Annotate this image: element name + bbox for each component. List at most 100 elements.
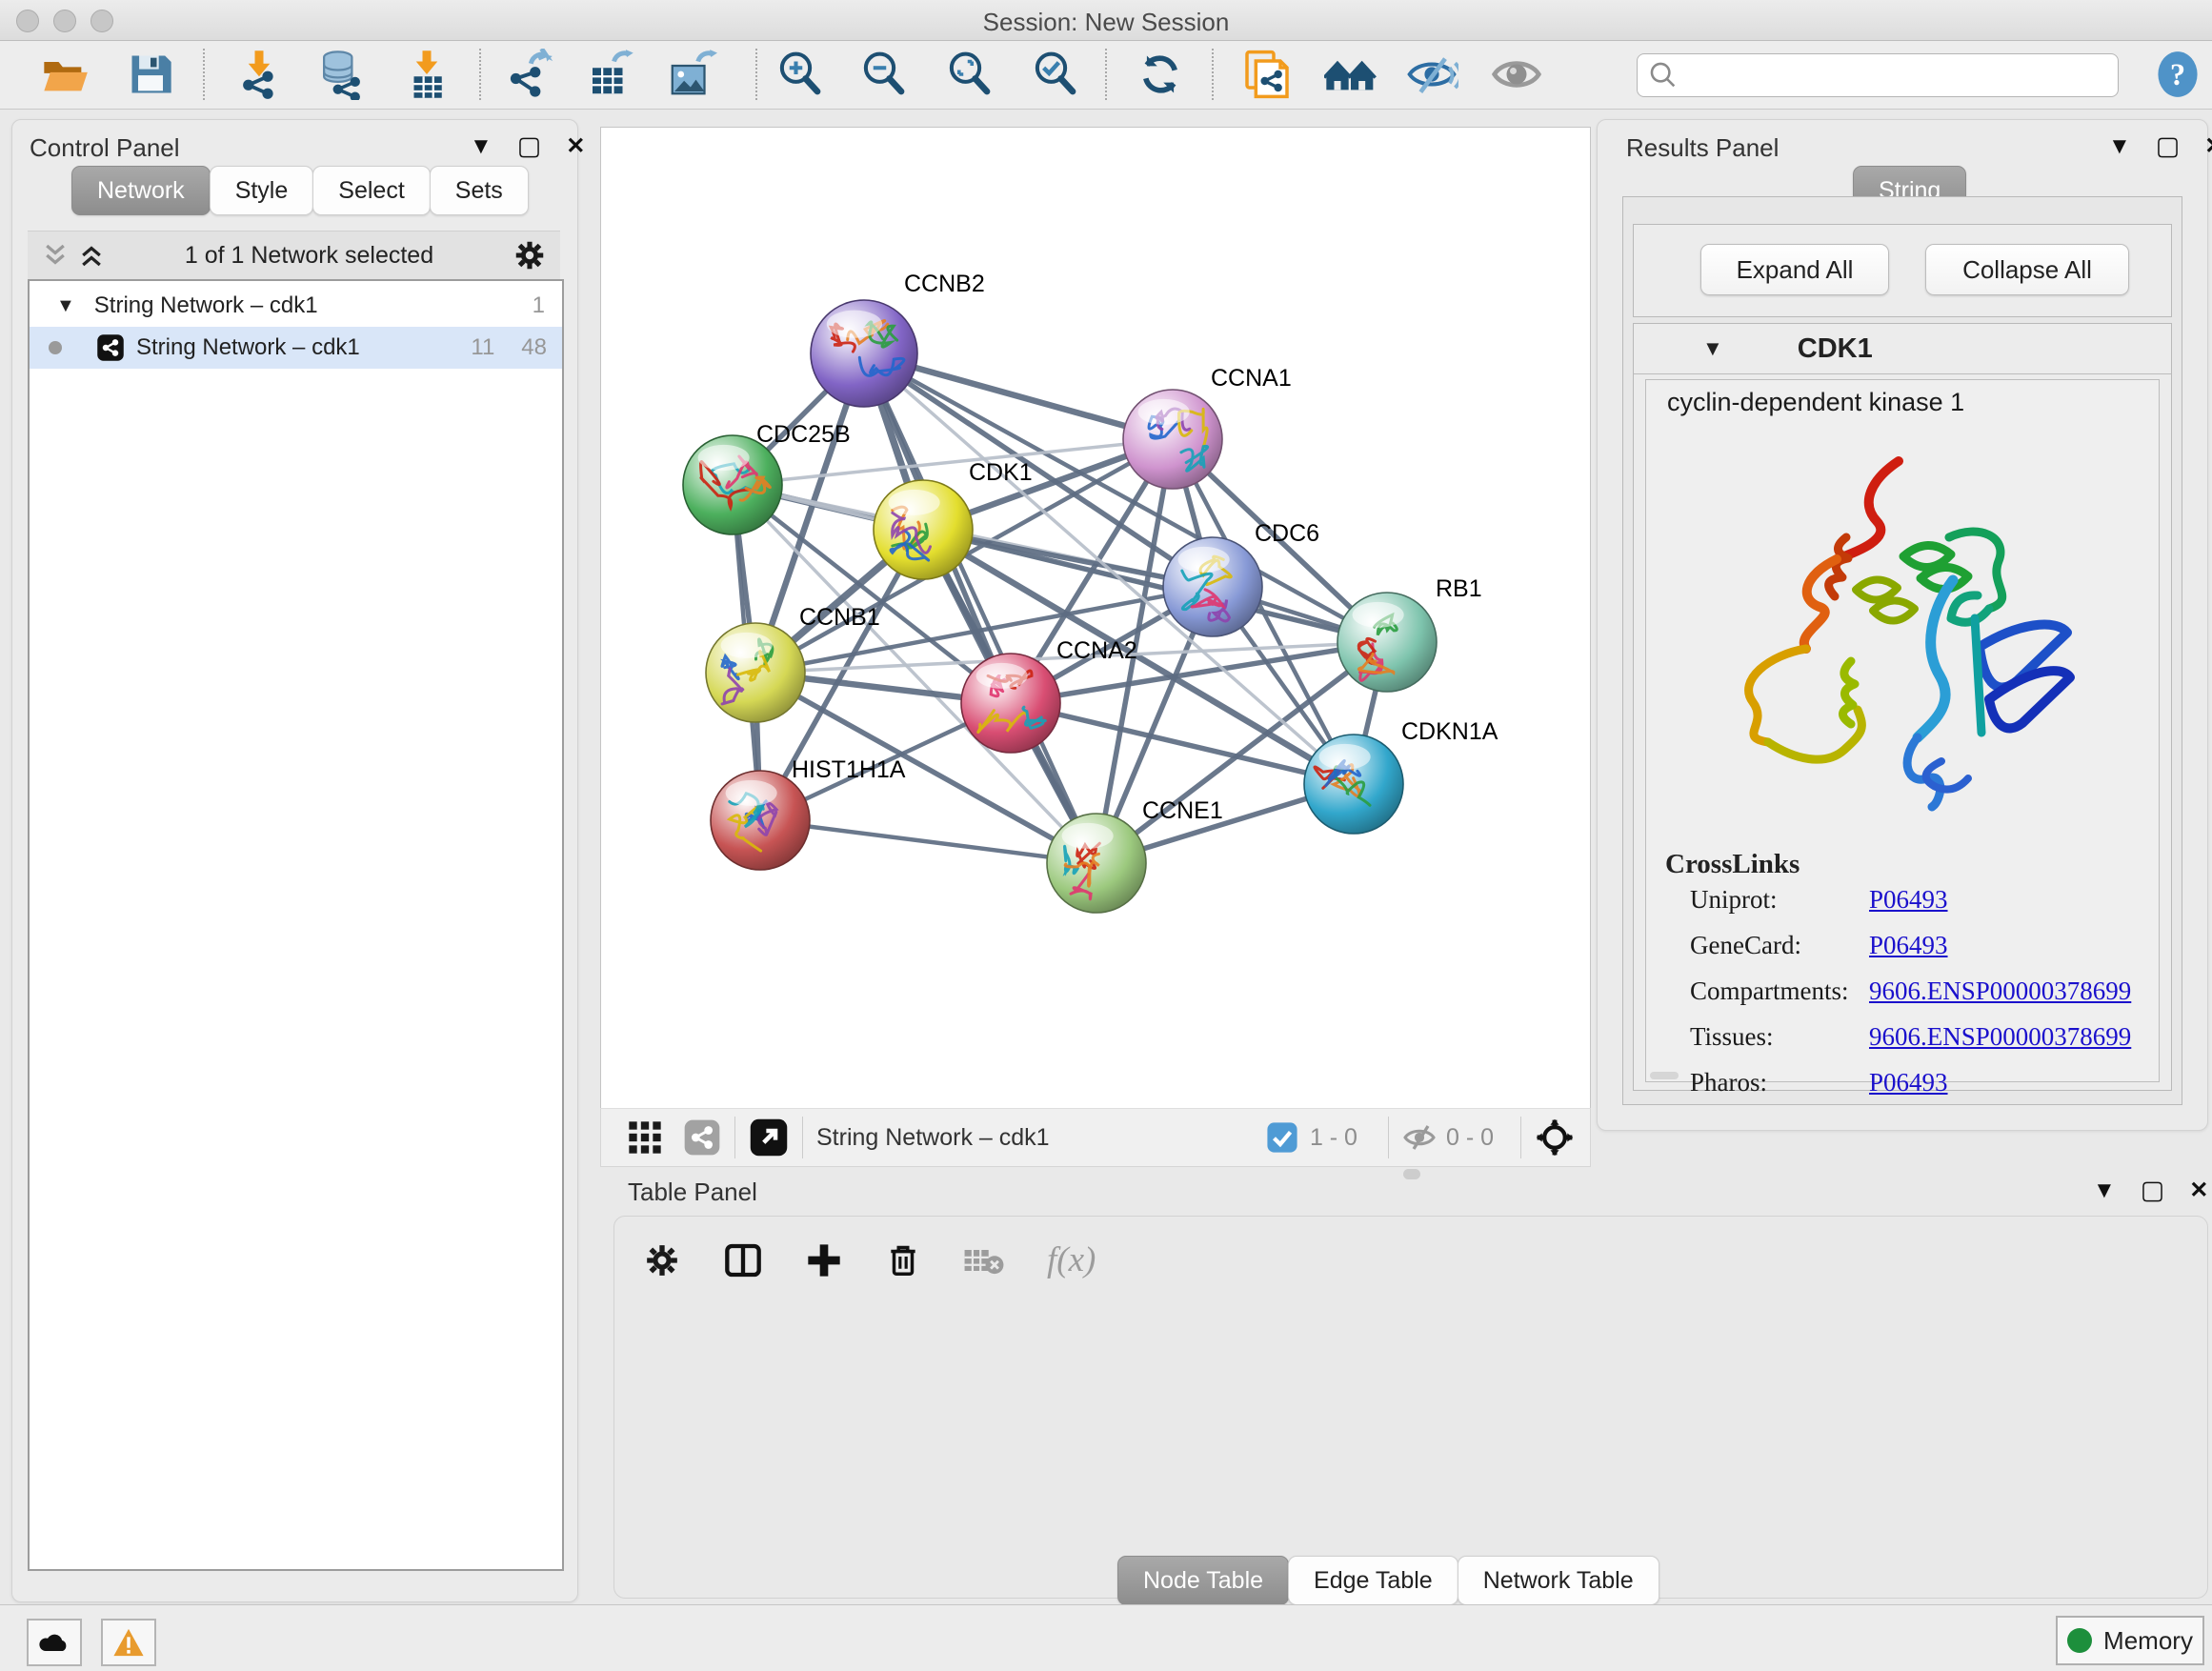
import-table-button[interactable]: [400, 48, 453, 101]
export-network-button[interactable]: [502, 48, 555, 101]
selected-checkbox-icon[interactable]: [1266, 1121, 1298, 1154]
import-network-from-database-button[interactable]: [313, 48, 367, 101]
float-panel-icon[interactable]: ▢: [517, 131, 542, 161]
crosslink-link[interactable]: 9606.ENSP00000378699: [1869, 976, 2131, 1006]
string-copy-network-button[interactable]: [1240, 48, 1294, 101]
collapse-panel-icon[interactable]: ▼: [2093, 1178, 2116, 1204]
expand-all-button[interactable]: Expand All: [1700, 244, 1889, 295]
zoom-out-button[interactable]: [857, 48, 911, 101]
collapse-panel-icon[interactable]: ▼: [2108, 133, 2131, 160]
edge-HIST1H1A-CCNE1[interactable]: [760, 820, 1096, 863]
node-CCNB1[interactable]: CCNB1: [706, 604, 880, 722]
split-columns-icon[interactable]: [723, 1241, 763, 1279]
import-network-button[interactable]: [232, 48, 286, 101]
tree-expander-icon[interactable]: ▼: [56, 295, 75, 317]
save-floppy-icon: [126, 50, 175, 99]
copy-documents-share-icon: [1240, 48, 1294, 101]
cloud-status-button[interactable]: [27, 1619, 82, 1666]
node-RB1[interactable]: RB1: [1337, 575, 1482, 692]
network-row-selected[interactable]: String Network – cdk1 11 48: [30, 327, 562, 369]
node-CDK1[interactable]: CDK1: [874, 459, 1033, 579]
add-column-plus-icon[interactable]: [805, 1241, 843, 1279]
warnings-button[interactable]: [101, 1619, 156, 1666]
section-expander-icon[interactable]: ▼: [1702, 336, 1723, 361]
status-bar: Memory: [0, 1604, 2212, 1671]
main-toolbar: ?: [0, 41, 2212, 110]
horizontal-scrollbar-thumb[interactable]: [1650, 1072, 1679, 1079]
network-canvas[interactable]: CCNB2 CCNA1 CDC25B CDK1 CDC6 RB1 CCNB1 CCNA2 CDK…: [600, 127, 1591, 1110]
search-input[interactable]: [1679, 61, 2102, 90]
eye-gray-icon: [1490, 48, 1543, 101]
node-CDKN1A[interactable]: CDKN1A: [1304, 718, 1498, 834]
node-label-CDC6: CDC6: [1255, 520, 1319, 547]
tab-sets[interactable]: Sets: [430, 166, 529, 215]
expand-all-icon[interactable]: [77, 241, 106, 270]
node-label-CDC25B: CDC25B: [756, 421, 851, 448]
network-collection-row[interactable]: ▼ String Network – cdk1 1: [30, 281, 562, 327]
float-panel-icon[interactable]: ▢: [2156, 131, 2181, 161]
node-label-CCNE1: CCNE1: [1142, 797, 1223, 824]
tab-network-table[interactable]: Network Table: [1458, 1556, 1659, 1605]
network-graph[interactable]: CCNB2 CCNA1 CDC25B CDK1 CDC6 RB1 CCNB1 CCNA2 CDK…: [601, 128, 1590, 1109]
zoom-selected-button[interactable]: [1029, 48, 1082, 101]
float-panel-icon[interactable]: ▢: [2141, 1176, 2165, 1205]
string-home-button[interactable]: [1324, 48, 1377, 101]
collapse-all-icon[interactable]: [41, 241, 70, 270]
tab-node-table[interactable]: Node Table: [1117, 1556, 1289, 1605]
collapse-panel-icon[interactable]: ▼: [470, 133, 493, 160]
close-panel-icon[interactable]: ✕: [2189, 1177, 2208, 1204]
tab-network[interactable]: Network: [71, 166, 211, 215]
close-panel-icon[interactable]: ✕: [566, 132, 585, 160]
table-panel: Table Panel ▼ ▢ ✕: [607, 1174, 2212, 1601]
tab-style[interactable]: Style: [210, 166, 314, 215]
search-icon: [1647, 59, 1679, 91]
collapse-all-button[interactable]: Collapse All: [1925, 244, 2129, 295]
open-folder-icon: [40, 50, 90, 99]
crosslink-link[interactable]: P06493: [1869, 1068, 1948, 1097]
table-settings-gear-icon[interactable]: [643, 1241, 681, 1279]
svg-text:?: ?: [2170, 58, 2185, 92]
gene-description: cyclin-dependent kinase 1: [1667, 388, 1964, 417]
toolbar-separator: [755, 49, 757, 100]
memory-button[interactable]: Memory: [2056, 1616, 2204, 1665]
close-panel-icon[interactable]: ✕: [2204, 132, 2212, 160]
save-session-button[interactable]: [124, 48, 177, 101]
help-button[interactable]: ?: [2151, 48, 2204, 101]
crosshair-icon[interactable]: [1535, 1117, 1575, 1158]
zoom-in-button[interactable]: [774, 48, 827, 101]
crosslink-row: Compartments:9606.ENSP00000378699: [1690, 976, 2147, 1006]
export-network-icon: [503, 49, 554, 100]
gene-header-row[interactable]: ▼ CDK1: [1634, 324, 2171, 374]
node-label-CDKN1A: CDKN1A: [1401, 718, 1498, 745]
node-CDC25B[interactable]: CDC25B: [683, 421, 851, 534]
hidden-eye-icon[interactable]: [1402, 1120, 1437, 1155]
open-session-button[interactable]: [38, 48, 91, 101]
network-share-icon: [96, 333, 125, 362]
crosslink-link[interactable]: 9606.ENSP00000378699: [1869, 1022, 2131, 1052]
collection-count: 1: [533, 292, 545, 319]
node-CCNA1[interactable]: CCNA1: [1123, 365, 1292, 489]
function-builder-fx-icon: f(x): [1047, 1239, 1096, 1280]
delete-trash-icon[interactable]: [885, 1241, 921, 1279]
open-view-icon[interactable]: [749, 1117, 789, 1158]
node-label-CCNB2: CCNB2: [904, 271, 985, 297]
node-HIST1H1A[interactable]: HIST1H1A: [711, 756, 906, 870]
node-label-CCNA2: CCNA2: [1056, 637, 1137, 664]
crosslinks-list: Uniprot:P06493GeneCard:P06493Compartment…: [1690, 885, 2147, 1114]
show-hide-eye-button[interactable]: [1490, 48, 1543, 101]
node-label-CCNA1: CCNA1: [1211, 365, 1292, 392]
table-type-tabs: Node TableEdge TableNetwork Table: [1117, 1556, 1659, 1605]
grid-view-icon[interactable]: [626, 1118, 664, 1157]
crosslink-link[interactable]: P06493: [1869, 931, 1948, 960]
export-image-button[interactable]: [665, 48, 718, 101]
crosslink-link[interactable]: P06493: [1869, 885, 1948, 915]
network-share-gray-icon[interactable]: [683, 1118, 721, 1157]
node-CCNB2[interactable]: CCNB2: [811, 271, 985, 407]
gear-icon[interactable]: [513, 238, 547, 272]
export-table-button[interactable]: [583, 48, 636, 101]
tab-edge-table[interactable]: Edge Table: [1288, 1556, 1458, 1605]
apply-layout-button[interactable]: [1134, 48, 1187, 101]
tab-select[interactable]: Select: [312, 166, 430, 215]
zoom-fit-button[interactable]: [943, 48, 996, 101]
string-enable-glass-button[interactable]: [1405, 48, 1458, 101]
